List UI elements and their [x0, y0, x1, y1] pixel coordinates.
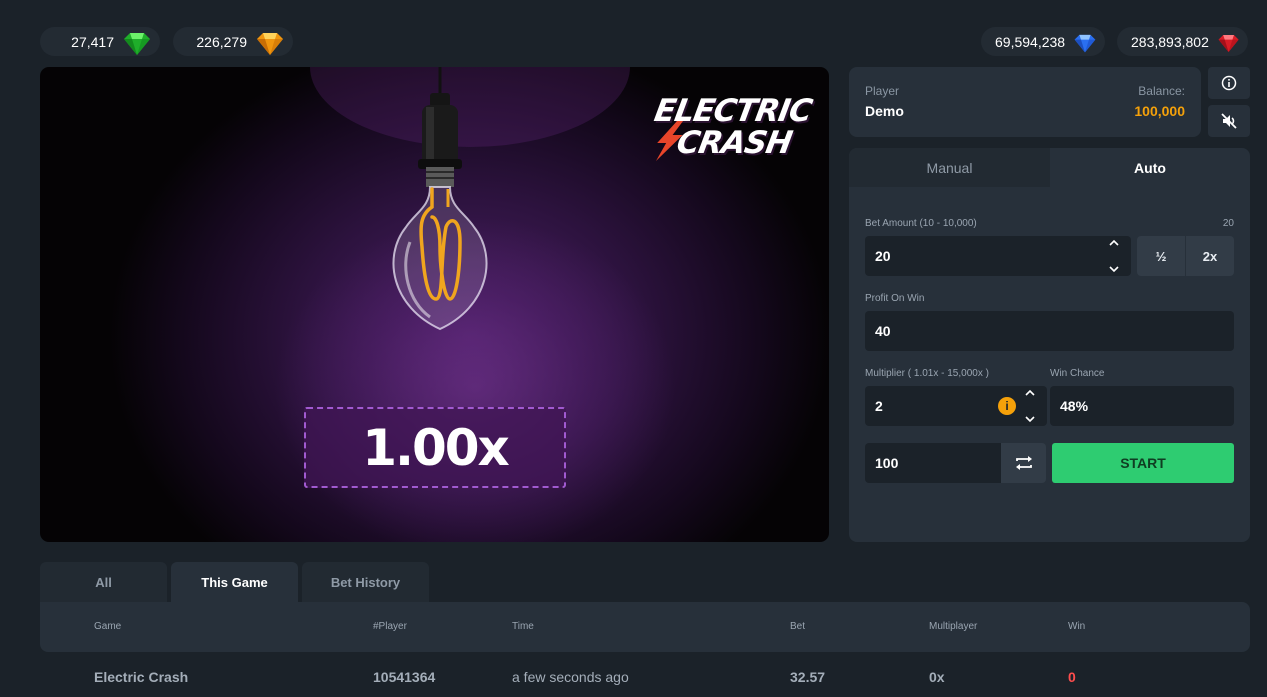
row-player: 10541364 [373, 669, 436, 685]
multiplier-value: 1.00x [362, 418, 510, 477]
logo-line-2: CRASH [674, 125, 795, 161]
bet-amount-input[interactable]: 20 [865, 236, 1131, 276]
jackpot-orange: 226,279 [173, 27, 293, 56]
multiplier-stepper[interactable] [1022, 389, 1038, 423]
double-bet-button[interactable]: 2x [1186, 236, 1234, 276]
game-stage: ELECTRIC CRASH 1.00x [40, 67, 829, 542]
multiplier-input-value: 2 [875, 398, 883, 414]
balance-label: Balance: [1138, 84, 1185, 98]
chevron-down-icon[interactable] [1025, 416, 1035, 423]
multiplier-label: Multiplier ( 1.01x - 15,000x ) [865, 368, 989, 379]
row-multiplier: 0x [929, 669, 945, 685]
repeat-icon [1015, 456, 1032, 470]
multiplier-display: 1.00x [304, 407, 566, 488]
jackpot-red: 283,893,802 [1117, 27, 1248, 56]
auto-bet-count-input[interactable]: 100 [865, 443, 1001, 483]
history-tab-bet-history[interactable]: Bet History [302, 562, 429, 602]
bet-controls-panel: Manual Auto Bet Amount (10 - 10,000) 20 … [849, 148, 1250, 542]
mute-button[interactable] [1208, 105, 1250, 137]
jackpot-blue-amount: 69,594,238 [995, 33, 1066, 50]
history-tab-this-game[interactable]: This Game [171, 562, 298, 602]
jackpot-red-amount: 283,893,802 [1131, 33, 1209, 50]
jackpot-blue: 69,594,238 [981, 27, 1105, 56]
electric-crash-logo: ELECTRIC CRASH [640, 91, 814, 163]
chevron-up-icon[interactable] [1109, 239, 1119, 246]
bet-amount-right-value: 20 [1222, 218, 1234, 229]
profit-value: 40 [875, 323, 891, 339]
start-button[interactable]: START [1052, 443, 1234, 483]
chevron-up-icon[interactable] [1025, 389, 1035, 396]
chevron-down-icon[interactable] [1109, 266, 1119, 273]
bet-modifier-group: ½ 2x [1137, 236, 1234, 276]
player-card: Player Demo Balance: 100,000 [849, 67, 1201, 137]
column-win: Win [1068, 621, 1086, 632]
info-icon [1221, 75, 1237, 91]
auto-bet-count-value: 100 [875, 455, 899, 471]
multiplier-info-icon[interactable]: i [998, 397, 1016, 415]
column-bet: Bet [790, 621, 806, 632]
bet-amount-label: Bet Amount (10 - 10,000) [865, 218, 977, 229]
profit-input[interactable]: 40 [865, 311, 1234, 351]
repeat-toggle-button[interactable] [1001, 443, 1046, 483]
column-player: #Player [373, 621, 407, 632]
row-game: Electric Crash [94, 669, 189, 685]
balance-value: 100,000 [1134, 103, 1185, 119]
half-bet-button[interactable]: ½ [1137, 236, 1186, 276]
sound-off-icon [1221, 113, 1237, 129]
history-tab-all[interactable]: All [40, 562, 167, 602]
light-bulb-icon [392, 67, 488, 331]
win-chance-input[interactable]: 48% [1050, 386, 1234, 426]
tab-manual[interactable]: Manual [849, 148, 1050, 187]
red-gem-icon [1218, 34, 1239, 52]
column-multiplier: Multiplayer [929, 621, 978, 632]
win-chance-value: 48% [1060, 398, 1089, 414]
jackpot-orange-amount: 226,279 [196, 33, 247, 50]
profit-label: Profit On Win [865, 293, 925, 304]
column-time: Time [512, 621, 534, 632]
tab-auto[interactable]: Auto [1050, 148, 1250, 187]
row-time: a few seconds ago [512, 669, 629, 685]
multiplier-input[interactable]: 2 [865, 386, 1047, 426]
history-table-header: Game #Player Time Bet Multiplayer Win [40, 602, 1250, 652]
row-win: 0 [1068, 669, 1076, 685]
row-bet: 32.57 [790, 669, 826, 685]
jackpot-green: 27,417 [40, 27, 160, 56]
bet-amount-value: 20 [875, 248, 891, 264]
win-chance-label: Win Chance [1050, 368, 1105, 379]
bet-amount-stepper[interactable] [1106, 239, 1122, 273]
orange-gem-icon [257, 32, 283, 55]
info-button[interactable] [1208, 67, 1250, 99]
jackpot-green-amount: 27,417 [71, 33, 114, 50]
column-game: Game [94, 621, 122, 632]
green-gem-icon [124, 32, 150, 55]
player-name: Demo [865, 103, 904, 119]
player-label: Player [865, 84, 900, 98]
blue-gem-icon [1074, 34, 1096, 52]
